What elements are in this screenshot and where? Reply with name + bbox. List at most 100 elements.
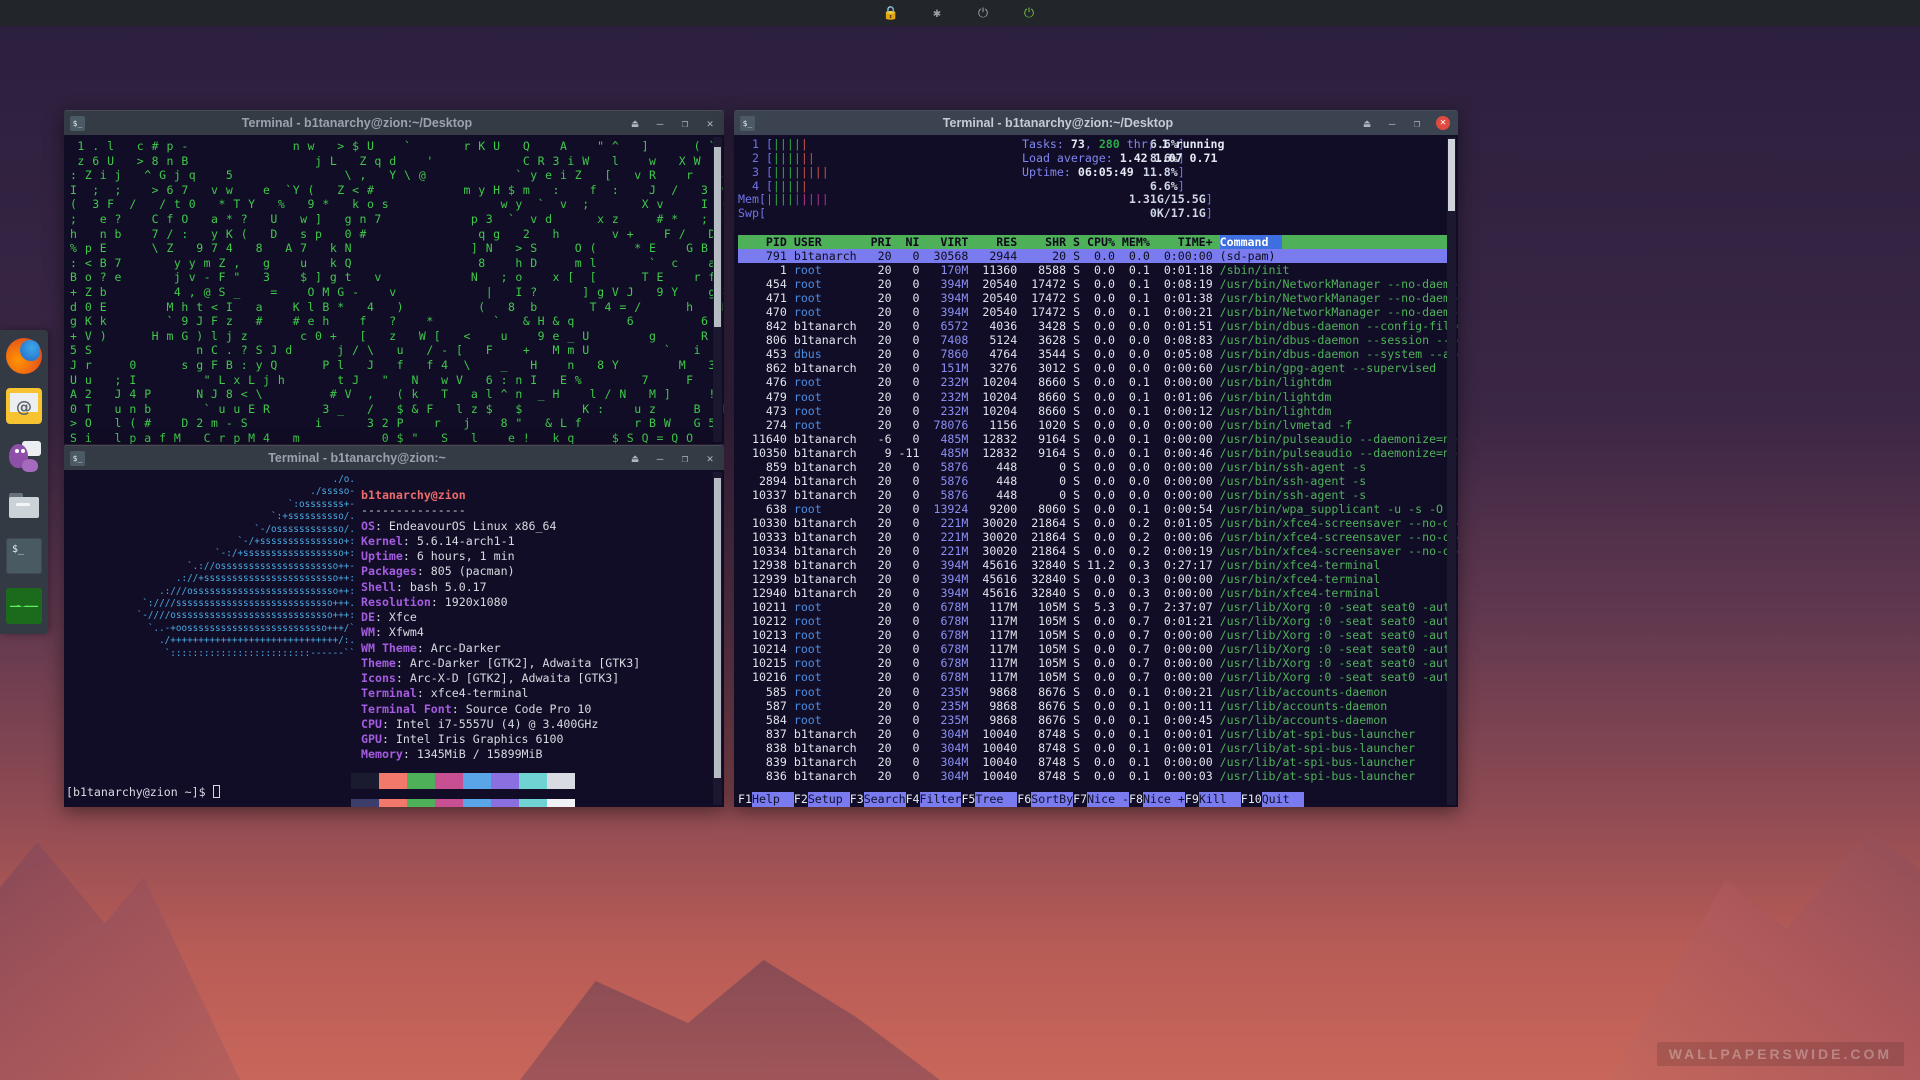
htop-process-row[interactable]: 470 root 20 0 394M 20540 17472 S 0.0 0.1… [738,305,1458,319]
htop-process-row[interactable]: 10215 root 20 0 678M 117M 105M S 0.0 0.7… [738,656,1457,670]
mail-icon[interactable] [6,388,42,424]
htop-process-row[interactable]: 479 root 20 0 232M 10204 8660 S 0.0 0.1 … [738,390,1456,404]
process-command: /usr/lib/Xorg :0 -seat seat0 -auth /run/… [1219,600,1457,615]
minimize-button-matrix[interactable]: – [654,118,666,129]
fkey-label-kill[interactable]: Kill [1198,792,1241,807]
fkey-label-help[interactable]: Help [751,792,794,807]
htop-process-row[interactable]: 10350 b1tanarch 9 -11 485M 12832 9164 S … [738,445,1457,460]
htop-process-row[interactable]: 839 b1tanarch 20 0 304M 10040 8748 S 0.0… [738,755,1456,769]
htop-process-row[interactable]: 836 b1tanarch 20 0 304M 10040 8748 S 0.0… [738,769,1456,783]
process-cpu: 0.0 0.0 0:00:00 [1087,249,1220,264]
fkey-label-search[interactable]: Search [863,792,906,807]
htop-process-row[interactable]: 11640 b1tanarch -6 0 485M 12832 9164 S 0… [738,431,1457,446]
htop-process-row[interactable]: 453 dbus 20 0 7860 4764 3544 S 0.0 0.0 0… [738,347,1458,361]
htop-process-row[interactable]: 585 root 20 0 235M 9868 8676 S 0.0 0.1 0… [738,685,1456,699]
htop-process-row[interactable]: 473 root 20 0 232M 10204 8660 S 0.0 0.1 … [738,404,1456,418]
fkey-label-setup[interactable]: Setup [807,792,850,807]
terminal-icon[interactable] [6,538,42,574]
window-neofetch-terminal[interactable]: $_ Terminal - b1tanarchy@zion:~ ⏏ – ❐ ✕ … [64,445,724,807]
htop-process-row[interactable]: 859 b1tanarch 20 0 5876 448 0 S 0.0 0.0 … [738,460,1456,474]
htop-process-row[interactable]: 454 root 20 0 394M 20540 17472 S 0.0 0.1… [738,277,1458,291]
htop-process-row[interactable]: 10211 root 20 0 678M 117M 105M S 5.3 0.7… [738,600,1457,615]
htop-process-row[interactable]: 471 root 20 0 394M 20540 17472 S 0.0 0.1… [738,291,1458,305]
fkey-label-nice -[interactable]: Nice - [1087,792,1130,807]
process-pid: 274 [738,417,794,432]
maximize-button-matrix[interactable]: ❐ [679,118,691,129]
process-virt: 394M [926,558,969,573]
process-cpu: 0.0 0.1 0:00:46 [1087,445,1220,460]
htop-process-row[interactable]: 584 root 20 0 235M 9868 8676 S 0.0 0.1 0… [738,713,1456,727]
window-htop-terminal[interactable]: $_ Terminal - b1tanarchy@zion:~/Desktop … [734,110,1458,807]
close-button-htop[interactable]: ✕ [1436,116,1450,130]
htop-process-row[interactable]: 10214 root 20 0 678M 117M 105M S 0.0 0.7… [738,642,1457,656]
close-button-matrix[interactable]: ✕ [704,118,716,129]
titlebar-htop[interactable]: $_ Terminal - b1tanarchy@zion:~/Desktop … [734,110,1458,135]
color-swatch [463,772,491,789]
htop-process-row[interactable]: 10334 b1tanarch 20 0 221M 30020 21864 S … [738,544,1458,558]
htop-process-row[interactable]: 10337 b1tanarch 20 0 5876 448 0 S 0.0 0.… [738,488,1456,502]
process-user: b1tanarch [793,249,857,264]
shade-button-matrix[interactable]: ⏏ [629,118,641,129]
system-monitor-icon[interactable] [6,588,42,624]
process-pri: 20 0 [856,558,927,573]
htop-process-row[interactable]: 806 b1tanarch 20 0 7408 5124 3628 S 0.0 … [738,333,1458,348]
htop-process-row[interactable]: 10212 root 20 0 678M 117M 105M S 0.0 0.7… [738,614,1457,629]
htop-process-row[interactable]: 12940 b1tanarch 20 0 394M 45616 32840 S … [738,586,1456,600]
minimize-button-neofetch[interactable]: – [654,453,666,464]
fkey-label-nice +[interactable]: Nice + [1142,792,1185,807]
chat-icon[interactable] [6,438,42,474]
shade-button-htop[interactable]: ⏏ [1361,118,1373,129]
htop-process-row[interactable]: 842 b1tanarch 20 0 6572 4036 3428 S 0.0 … [738,319,1458,333]
close-button-neofetch[interactable]: ✕ [704,453,716,464]
htop-process-row[interactable]: 638 root 20 0 13924 9200 8060 S 0.0 0.1 … [738,502,1458,516]
htop-process-row[interactable]: 274 root 20 0 78076 1156 1020 S 0.0 0.0 … [738,418,1456,432]
htop-process-row[interactable]: 837 b1tanarch 20 0 304M 10040 8748 S 0.0… [738,727,1456,741]
shell-prompt[interactable]: [b1tanarchy@zion ~]$ [66,785,220,799]
htop-process-row[interactable]: 10213 root 20 0 678M 117M 105M S 0.0 0.7… [738,628,1457,642]
htop-column-headers[interactable]: PID USER PRI NI VIRT RES SHR S CPU% MEM%… [738,235,1456,250]
fkey-label-tree[interactable]: Tree [975,792,1018,807]
htop-process-row[interactable]: 862 b1tanarch 20 0 151M 3276 3012 S 0.0 … [738,361,1456,375]
htop-process-row[interactable]: 838 b1tanarch 20 0 304M 10040 8748 S 0.0… [738,741,1456,755]
process-res: 5124 3628 S [968,333,1088,348]
power-on-icon[interactable]: ⏻ [1020,4,1038,22]
process-virt: 485M [926,431,969,446]
htop-process-row[interactable]: 476 root 20 0 232M 10204 8660 S 0.0 0.1 … [738,375,1456,389]
scrollbar-thumb-matrix[interactable] [714,147,721,327]
htop-header-command[interactable]: Command [1219,235,1283,250]
neofetch-entry-key: OS [361,518,375,533]
fkey-label-sortby[interactable]: SortBy [1031,792,1074,807]
htop-process-row[interactable]: 587 root 20 0 235M 9868 8676 S 0.0 0.1 0… [738,699,1456,713]
titlebar-neofetch[interactable]: $_ Terminal - b1tanarchy@zion:~ ⏏ – ❐ ✕ [64,445,724,470]
htop-process-row[interactable]: 10330 b1tanarch 20 0 221M 30020 21864 S … [738,516,1458,530]
scrollbar-thumb-neofetch[interactable] [714,478,721,778]
minimize-button-htop[interactable]: – [1386,118,1398,129]
htop-process-row[interactable]: 791 b1tanarch 20 0 30568 2944 20 S 0.0 0… [738,249,1456,264]
scrollbar-htop[interactable] [1447,137,1456,805]
lock-icon[interactable]: 🔒 [882,4,900,22]
scrollbar-neofetch[interactable] [713,472,722,805]
asterisk-icon[interactable]: ✱ [928,4,946,22]
htop-process-row[interactable]: 2894 b1tanarch 20 0 5876 448 0 S 0.0 0.0… [738,474,1456,488]
scrollbar-matrix[interactable] [713,137,722,442]
process-virt: 678M [926,614,969,629]
window-matrix-terminal[interactable]: $_ Terminal - b1tanarchy@zion:~/Desktop … [64,110,724,444]
htop-process-row[interactable]: 10216 root 20 0 678M 117M 105M S 0.0 0.7… [738,670,1457,684]
fkey-label-filter[interactable]: Filter [919,792,962,807]
htop-process-row[interactable]: 12938 b1tanarch 20 0 394M 45616 32840 S … [738,558,1456,572]
htop-process-row[interactable]: 12939 b1tanarch 20 0 394M 45616 32840 S … [738,572,1456,586]
htop-header-cells[interactable]: PID USER PRI NI VIRT RES SHR S CPU% MEM%… [738,235,1220,249]
scrollbar-thumb-htop[interactable] [1448,139,1455,211]
titlebar-matrix[interactable]: $_ Terminal - b1tanarchy@zion:~/Desktop … [64,110,724,135]
htop-process-list[interactable]: 791 b1tanarch 20 0 30568 2944 20 S 0.0 0… [738,249,1458,783]
file-manager-icon[interactable] [6,488,42,524]
process-command: /usr/lib/at-spi-bus-launcher [1219,740,1416,755]
fkey-label-quit[interactable]: Quit [1261,792,1304,807]
htop-process-row[interactable]: 10333 b1tanarch 20 0 221M 30020 21864 S … [738,530,1458,544]
shade-button-neofetch[interactable]: ⏏ [629,453,641,464]
maximize-button-htop[interactable]: ❐ [1411,118,1423,129]
firefox-icon[interactable] [6,338,42,374]
power-icon[interactable]: ⏻ [974,4,992,22]
maximize-button-neofetch[interactable]: ❐ [679,453,691,464]
htop-process-row[interactable]: 1 root 20 0 170M 11360 8588 S 0.0 0.1 0:… [738,263,1456,277]
